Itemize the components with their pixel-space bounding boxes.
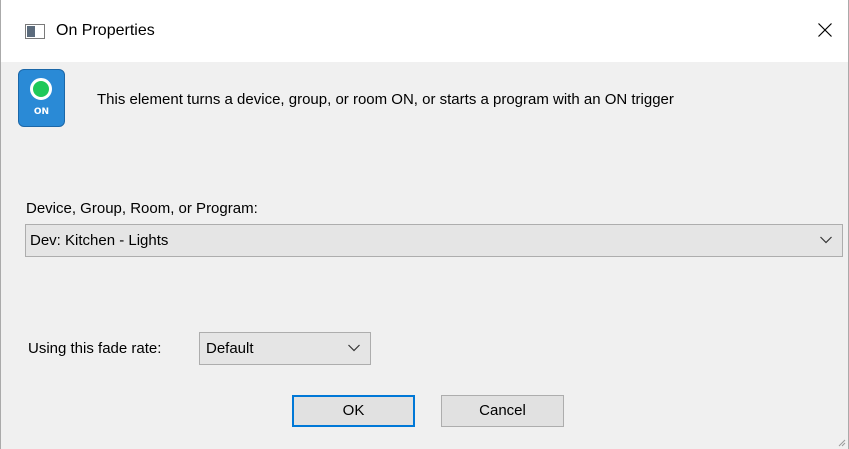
chevron-down-icon <box>820 236 832 244</box>
fade-rate-value: Default <box>206 340 254 357</box>
window-app-icon <box>25 24 45 39</box>
resize-grip-icon[interactable] <box>836 437 846 447</box>
ok-button[interactable]: OK <box>292 395 415 427</box>
device-field-label: Device, Group, Room, or Program: <box>26 200 258 217</box>
fade-rate-label: Using this fade rate: <box>28 340 162 357</box>
device-select-value: Dev: Kitchen - Lights <box>30 232 169 249</box>
close-icon <box>818 23 832 37</box>
cancel-button[interactable]: Cancel <box>441 395 564 427</box>
on-element-icon: ON <box>18 69 65 127</box>
window-title: On Properties <box>56 22 155 39</box>
close-button[interactable] <box>802 0 848 62</box>
device-select[interactable]: Dev: Kitchen - Lights <box>25 224 843 257</box>
element-description: This element turns a device, group, or r… <box>97 91 674 108</box>
lamp-icon <box>30 78 52 100</box>
title-bar[interactable]: On Properties <box>1 0 848 62</box>
chevron-down-icon <box>348 344 360 352</box>
on-properties-dialog: On Properties ON This element turns a de… <box>0 0 849 449</box>
fade-rate-select[interactable]: Default <box>199 332 371 365</box>
on-icon-label: ON <box>33 107 50 117</box>
